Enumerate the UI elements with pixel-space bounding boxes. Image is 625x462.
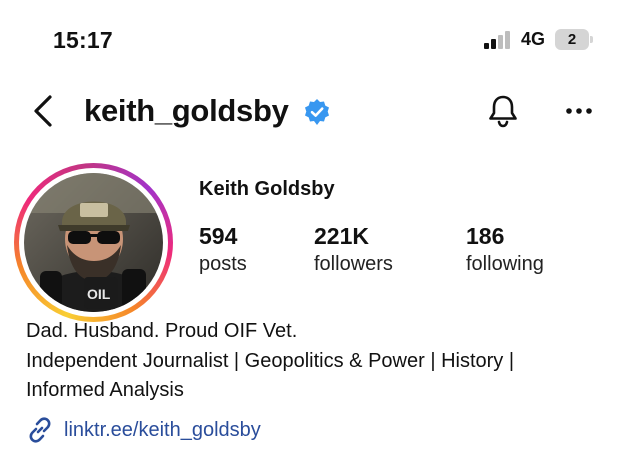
signal-icon — [484, 31, 510, 49]
verified-badge-icon — [305, 99, 329, 125]
followers-count: 221K — [314, 223, 369, 249]
story-ring[interactable]: OIL — [14, 163, 173, 322]
status-time: 15:17 — [53, 27, 113, 53]
back-chevron-icon[interactable] — [32, 94, 54, 128]
network-type: 4G — [521, 29, 546, 49]
display-name: Keith Goldsby — [199, 178, 335, 200]
link-icon — [29, 417, 51, 443]
notification-bell-icon[interactable] — [486, 93, 520, 129]
more-options-icon[interactable] — [565, 107, 593, 115]
posts-count: 594 — [199, 223, 238, 249]
following-count: 186 — [466, 223, 505, 249]
battery-icon: 2 — [555, 29, 593, 50]
followers-label: followers — [314, 253, 393, 275]
profile-photo: OIL — [24, 173, 163, 312]
profile-avatar[interactable]: OIL — [24, 173, 163, 312]
bio-link[interactable]: linktr.ee/keith_goldsby — [26, 416, 261, 444]
battery-level: 2 — [555, 29, 589, 50]
posts-label: posts — [199, 253, 247, 275]
profile-username: keith_goldsby — [84, 93, 289, 128]
bio-line: Dad. Husband. Proud OIF Vet. — [26, 320, 298, 342]
stat-following[interactable]: 186 following — [466, 222, 544, 278]
svg-text:OIL: OIL — [87, 286, 111, 302]
stat-posts[interactable]: 594 posts — [199, 222, 247, 278]
bio-link-text[interactable]: linktr.ee/keith_goldsby — [64, 419, 261, 442]
following-label: following — [466, 253, 544, 275]
stat-followers[interactable]: 221K followers — [314, 222, 393, 278]
bio-line: Independent Journalist | Geopolitics & P… — [26, 350, 515, 372]
bio-line: Informed Analysis — [26, 379, 184, 401]
